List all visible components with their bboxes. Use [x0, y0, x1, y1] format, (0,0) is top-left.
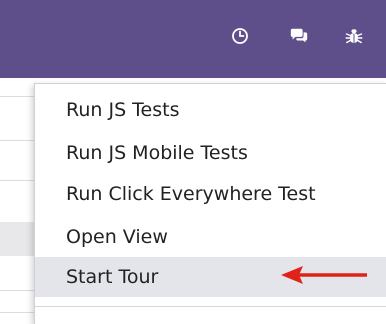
clock-icon[interactable] [230, 26, 250, 46]
menu-item-label: Run JS Tests [66, 99, 180, 121]
menu-item-run-js-mobile-tests[interactable]: Run JS Mobile Tests [35, 134, 386, 172]
top-navbar [0, 0, 386, 78]
menu-item-run-click-everywhere-test[interactable]: Run Click Everywhere Test [35, 175, 386, 213]
bug-icon[interactable] [344, 26, 364, 46]
chat-icon[interactable] [289, 26, 309, 46]
screen: Run JS Tests Run JS Mobile Tests Run Cli… [0, 0, 386, 324]
red-arrow-annotation [281, 266, 367, 284]
menu-item-label: Start Tour [66, 266, 159, 288]
menu-item-label: Run JS Mobile Tests [66, 142, 248, 164]
menu-item-label: Run Click Everywhere Test [66, 183, 316, 205]
debug-dropdown-menu: Run JS Tests Run JS Mobile Tests Run Cli… [34, 83, 386, 324]
menu-item-run-js-tests[interactable]: Run JS Tests [35, 91, 386, 129]
menu-item-label: Open View [66, 226, 168, 248]
menu-divider [35, 306, 386, 307]
menu-item-open-view[interactable]: Open View [35, 218, 386, 256]
